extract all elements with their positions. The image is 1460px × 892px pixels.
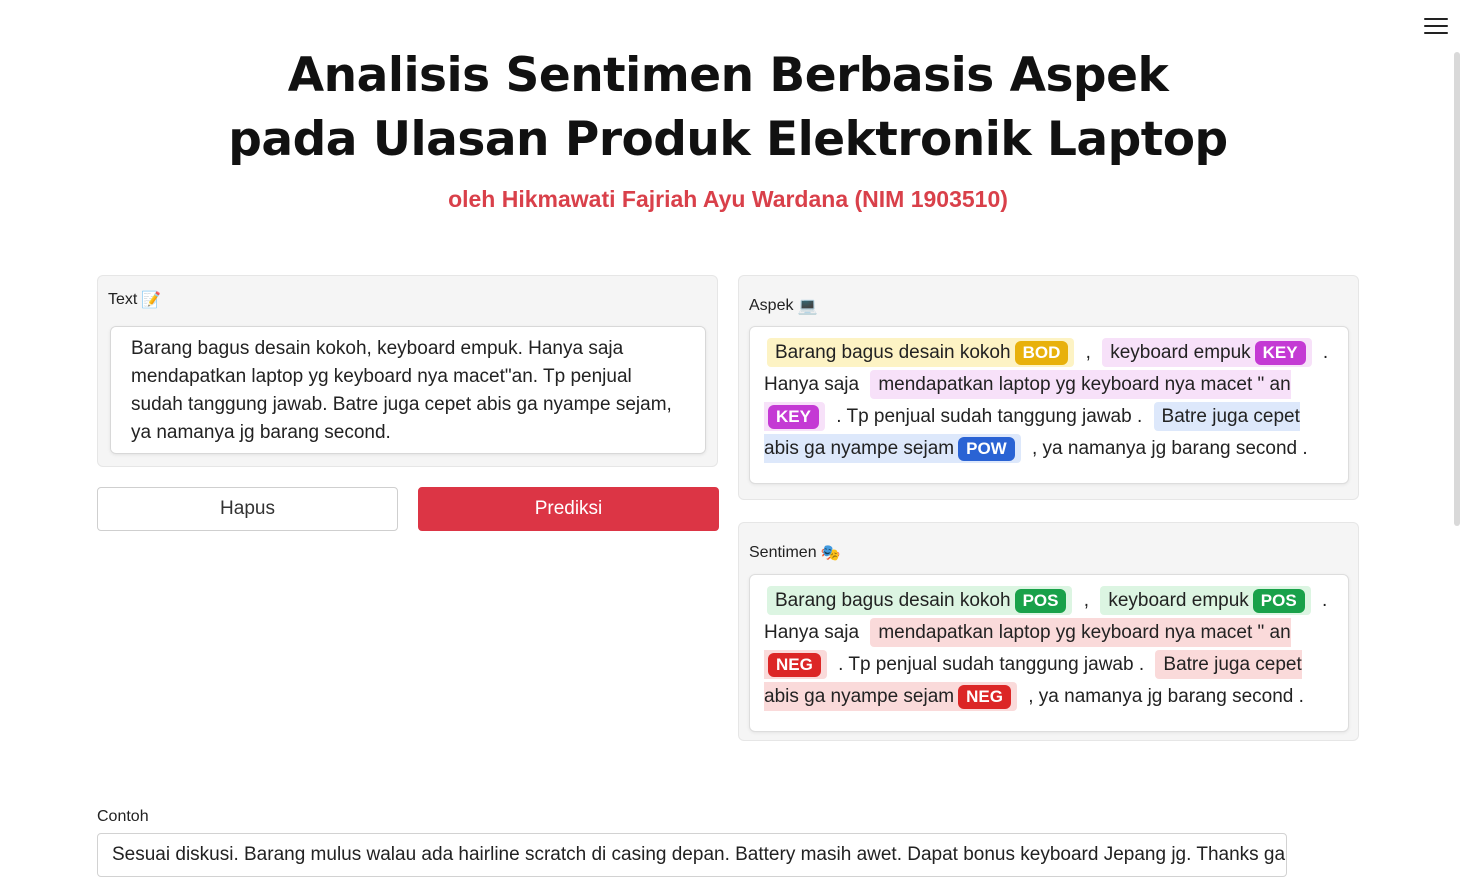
sentimen-panel: Sentimen 🎭 Barang bagus desain kokoh POS …: [738, 522, 1359, 741]
aspek-panel: Aspek 💻 Barang bagus desain kokoh BOD , k…: [738, 275, 1359, 500]
sentimen-entity-tag: NEG: [768, 653, 821, 677]
hamburger-menu-icon[interactable]: [1424, 16, 1448, 36]
sentimen-plain-text: , ya namanya jg barang second .: [1028, 686, 1304, 707]
contoh-example-field[interactable]: Sesuai diskusi. Barang mulus walau ada h…: [97, 833, 1287, 877]
aspek-output: Barang bagus desain kokoh BOD , keyboard …: [749, 326, 1349, 484]
aspek-entity: keyboard empuk KEY: [1102, 338, 1312, 367]
sentimen-entity-text: mendapatkan laptop yg keyboard nya macet…: [878, 622, 1291, 643]
sentimen-entity-tag: POS: [1014, 589, 1067, 613]
aspek-entity-text: keyboard empuk: [1110, 342, 1251, 363]
aspek-plain-text: . Tp penjual sudah tanggung jawab .: [836, 406, 1143, 427]
aspek-plain-text: , ya namanya jg barang second .: [1032, 438, 1308, 459]
memo-icon: 📝: [141, 290, 162, 309]
page-title: Analisis Sentimen Berbasis Aspek pada Ul…: [0, 44, 1456, 172]
sentimen-plain-text: . Tp penjual sudah tanggung jawab .: [838, 654, 1145, 675]
aspek-entity: Barang bagus desain kokoh BOD: [767, 338, 1075, 367]
text-input-panel: Text 📝: [97, 275, 718, 467]
sentimen-entity-text: keyboard empuk: [1108, 590, 1249, 611]
theater-masks-icon: 🎭: [820, 543, 841, 562]
aspek-entity-tag: BOD: [1014, 341, 1069, 365]
aspek-entity-text: mendapatkan laptop yg keyboard nya macet…: [878, 374, 1291, 395]
text-label: Text 📝: [108, 290, 161, 309]
title-line-1: Analisis Sentimen Berbasis Aspek: [287, 48, 1169, 103]
aspek-entity-tag: POW: [958, 437, 1015, 461]
review-textarea[interactable]: [110, 326, 706, 454]
contoh-label: Contoh: [97, 808, 149, 825]
aspek-entity-tag: KEY: [768, 405, 819, 429]
sentimen-label: Sentimen 🎭: [749, 543, 841, 562]
aspek-entity-text: Barang bagus desain kokoh: [775, 342, 1011, 363]
sentimen-entity: keyboard empuk POS: [1100, 586, 1311, 615]
aspek-entity-tag: KEY: [1254, 341, 1306, 365]
page-subtitle: oleh Hikmawati Fajriah Ayu Wardana (NIM …: [448, 186, 1008, 212]
aspek-plain-text: ,: [1085, 342, 1091, 363]
sentimen-entity-tag: NEG: [958, 685, 1011, 709]
sentimen-entity-text: Barang bagus desain kokoh: [775, 590, 1011, 611]
sentimen-plain-text: ,: [1083, 590, 1090, 611]
sentimen-entity: Barang bagus desain kokoh POS: [767, 586, 1073, 615]
aspek-label: Aspek 💻: [749, 296, 817, 315]
text-label-text: Text: [108, 290, 138, 308]
hapus-button[interactable]: Hapus: [97, 487, 398, 531]
aspek-label-text: Aspek: [749, 296, 794, 314]
prediksi-button[interactable]: Prediksi: [418, 487, 719, 531]
title-line-2: pada Ulasan Produk Elektronik Laptop: [228, 112, 1228, 167]
sentimen-label-text: Sentimen: [749, 543, 817, 561]
sentimen-output: Barang bagus desain kokoh POS , keyboard …: [749, 574, 1349, 732]
laptop-icon: 💻: [797, 296, 818, 315]
sentimen-entity-tag: POS: [1252, 589, 1305, 613]
